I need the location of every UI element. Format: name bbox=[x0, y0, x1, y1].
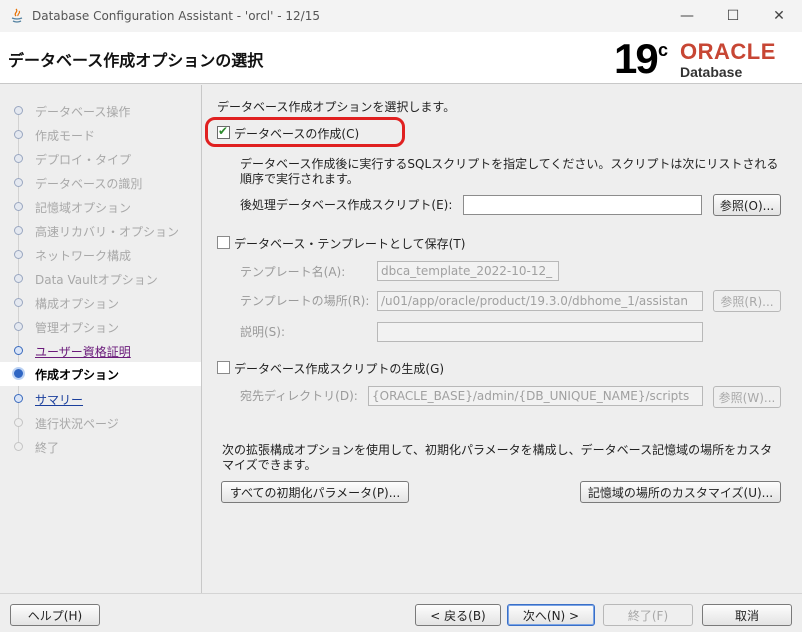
step-dot-icon bbox=[14, 226, 23, 235]
intro-text: データベース作成オプションを選択します。 bbox=[217, 100, 456, 114]
template-location-label: テンプレートの場所(R): bbox=[240, 294, 370, 308]
step-label: Data Vaultオプション bbox=[35, 273, 158, 287]
logo-brand: ORACLE bbox=[680, 39, 776, 64]
step-label: データベースの識別 bbox=[35, 177, 143, 191]
step-item-user-credentials[interactable]: ユーザー資格証明 bbox=[0, 339, 201, 361]
step-item-creation-options: 作成オプション bbox=[0, 362, 201, 386]
destination-directory-label: 宛先ディレクトリ(D): bbox=[240, 389, 358, 403]
create-database-checkbox[interactable] bbox=[217, 124, 230, 139]
step-dot-icon bbox=[14, 298, 23, 307]
step-dot-icon bbox=[14, 442, 23, 451]
customize-storage-button[interactable]: 記憶域の場所のカスタマイズ(U)... bbox=[580, 481, 781, 503]
generate-scripts-checkbox[interactable] bbox=[217, 361, 230, 374]
maximize-button[interactable]: ☐ bbox=[710, 0, 756, 32]
logo-version-suffix: c bbox=[658, 40, 669, 60]
script-description-line2: 順序で実行されます。 bbox=[240, 172, 359, 186]
step-item: ネットワーク構成 bbox=[0, 243, 201, 265]
oracle-database-logo: 19 c ORACLE Database bbox=[614, 37, 796, 81]
java-app-icon bbox=[11, 8, 23, 23]
template-description-label: 説明(S): bbox=[240, 325, 286, 339]
save-template-label[interactable]: データベース・テンプレートとして保存(T) bbox=[234, 235, 465, 252]
step-label: ネットワーク構成 bbox=[35, 249, 132, 263]
step-label: 終了 bbox=[35, 441, 60, 455]
step-label: 作成モード bbox=[35, 129, 96, 143]
wizard-steps-nav: データベース操作 作成モード デプロイ・タイプ データベースの識別 記憶域オプシ… bbox=[0, 85, 202, 593]
template-location-input[interactable]: /u01/app/oracle/product/19.3.0/dbhome_1/… bbox=[377, 291, 703, 311]
back-button[interactable]: < 戻る(B) bbox=[415, 604, 501, 626]
wizard-footer: ヘルプ(H) < 戻る(B) 次へ(N) > 終了(F) 取消 bbox=[0, 593, 802, 632]
page-title: データベース作成オプションの選択 bbox=[8, 51, 264, 70]
close-icon: ✕ bbox=[773, 8, 785, 24]
step-dot-icon bbox=[14, 250, 23, 259]
step-dot-icon bbox=[14, 418, 23, 427]
step-item: Data Vaultオプション bbox=[0, 267, 201, 289]
step-item: 管理オプション bbox=[0, 315, 201, 337]
step-dot-icon bbox=[14, 394, 23, 403]
step-item: 作成モード bbox=[0, 123, 201, 145]
destination-directory-input[interactable]: {ORACLE_BASE}/admin/{DB_UNIQUE_NAME}/scr… bbox=[368, 386, 703, 406]
post-script-browse-button[interactable]: 参照(O)... bbox=[713, 194, 781, 216]
step-label: デプロイ・タイプ bbox=[35, 153, 132, 167]
close-window-button[interactable]: ✕ bbox=[756, 0, 802, 32]
destination-browse-button[interactable]: 参照(W)... bbox=[713, 386, 781, 408]
step-dot-icon bbox=[14, 274, 23, 283]
minimize-icon: — bbox=[680, 8, 694, 24]
generate-scripts-label[interactable]: データベース作成スクリプトの生成(G) bbox=[234, 360, 444, 377]
step-item: 高速リカバリ・オプション bbox=[0, 219, 201, 241]
step-item: データベースの識別 bbox=[0, 171, 201, 193]
step-label: 管理オプション bbox=[35, 321, 120, 335]
step-item: 終了 bbox=[0, 435, 201, 457]
step-current-dot-icon bbox=[12, 367, 25, 380]
main-panel: データベース作成オプションを選択します。 データベースの作成(C) データベース… bbox=[203, 85, 802, 593]
all-init-params-button[interactable]: すべての初期化パラメータ(P)... bbox=[221, 481, 409, 503]
logo-version: 19 bbox=[614, 35, 659, 82]
page-header: データベース作成オプションの選択 19 c ORACLE Database bbox=[0, 32, 802, 84]
logo-product: Database bbox=[680, 64, 743, 80]
template-name-input[interactable]: dbca_template_2022-10-12_ bbox=[377, 261, 559, 281]
minimize-button[interactable]: — bbox=[664, 0, 710, 32]
step-label: 作成オプション bbox=[35, 368, 120, 382]
step-item: デプロイ・タイプ bbox=[0, 147, 201, 169]
template-name-label: テンプレート名(A): bbox=[240, 265, 346, 279]
step-item: データベース操作 bbox=[0, 99, 201, 121]
step-dot-icon bbox=[14, 202, 23, 211]
step-label: サマリー bbox=[35, 393, 84, 407]
step-dot-icon bbox=[14, 106, 23, 115]
title-bar: Database Configuration Assistant - 'orcl… bbox=[0, 0, 802, 32]
post-script-input[interactable] bbox=[463, 195, 702, 215]
help-button[interactable]: ヘルプ(H) bbox=[10, 604, 100, 626]
post-script-label: 後処理データベース作成スクリプト(E): bbox=[240, 198, 453, 212]
maximize-icon: ☐ bbox=[726, 8, 740, 24]
advanced-options-line2: マイズできます。 bbox=[222, 458, 317, 472]
step-item-summary[interactable]: サマリー bbox=[0, 387, 201, 409]
step-item: 記憶域オプション bbox=[0, 195, 201, 217]
step-label: 高速リカバリ・オプション bbox=[35, 225, 180, 239]
step-item: 進行状況ページ bbox=[0, 411, 201, 433]
step-dot-icon bbox=[14, 322, 23, 331]
step-label: 構成オプション bbox=[35, 297, 120, 311]
step-item: 構成オプション bbox=[0, 291, 201, 313]
finish-button[interactable]: 終了(F) bbox=[603, 604, 693, 626]
cancel-button[interactable]: 取消 bbox=[702, 604, 792, 626]
create-database-label[interactable]: データベースの作成(C) bbox=[234, 125, 359, 142]
step-dot-icon bbox=[14, 154, 23, 163]
step-label: データベース操作 bbox=[35, 105, 131, 119]
template-location-browse-button[interactable]: 参照(R)... bbox=[713, 290, 781, 312]
save-template-checkbox[interactable] bbox=[217, 236, 230, 249]
step-dot-icon bbox=[14, 178, 23, 187]
step-label: ユーザー資格証明 bbox=[35, 345, 131, 359]
window-title: Database Configuration Assistant - 'orcl… bbox=[32, 9, 320, 23]
template-description-input[interactable] bbox=[377, 322, 703, 342]
next-button[interactable]: 次へ(N) > bbox=[507, 604, 595, 626]
step-label: 記憶域オプション bbox=[35, 201, 132, 215]
step-label: 進行状況ページ bbox=[35, 417, 119, 431]
step-dot-icon bbox=[14, 130, 23, 139]
step-dot-icon bbox=[14, 346, 23, 355]
